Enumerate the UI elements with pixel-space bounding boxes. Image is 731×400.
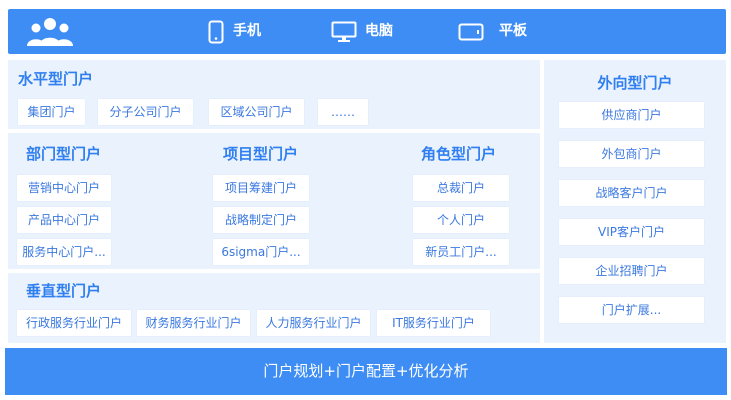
phone-icon <box>208 20 224 44</box>
horizontal-portal-panel: 水平型门户 集团门户 分子公司门户 区域公司门户 …… <box>8 60 540 129</box>
project-portal-title: 项目型门户 <box>223 145 299 163</box>
horizontal-portal-item[interactable]: 集团门户 <box>18 99 85 125</box>
bottom-bar-label: 门户规划+门户配置+优化分析 <box>263 362 469 380</box>
horizontal-portal-title: 水平型门户 <box>18 70 94 88</box>
horizontal-portal-item[interactable]: …… <box>318 99 368 125</box>
department-portal-item[interactable]: 产品中心门户 <box>17 207 111 233</box>
monitor-icon <box>331 21 357 42</box>
external-portal-title: 外向型门户 <box>597 74 673 92</box>
horizontal-portal-item[interactable]: 区域公司门户 <box>209 99 304 125</box>
vertical-portal-item[interactable]: 财务服务行业门户 <box>137 310 250 336</box>
external-portal-item[interactable]: 外包商门户 <box>559 141 704 167</box>
device-label-tablet: 平板 <box>499 23 527 39</box>
external-portal-item[interactable]: VIP客户门户 <box>559 219 704 245</box>
role-portal-item[interactable]: 个人门户 <box>413 207 509 233</box>
role-portal-title: 角色型门户 <box>421 145 497 163</box>
project-portal-item[interactable]: 项目筹建门户 <box>213 175 309 201</box>
external-portal-panel: 外向型门户 供应商门户 外包商门户 战略客户门户 VIP客户门户 企业招聘门户 … <box>544 60 726 343</box>
department-portal-item[interactable]: 服务中心门户... <box>17 239 111 265</box>
tablet-icon <box>458 23 484 41</box>
vertical-portal-item[interactable]: 人力服务行业门户 <box>257 310 370 336</box>
device-label-phone: 手机 <box>233 23 261 39</box>
device-label-pc: 电脑 <box>365 23 393 39</box>
project-portal-item[interactable]: 战略制定门户 <box>213 207 309 233</box>
role-portal-item[interactable]: 总裁门户 <box>413 175 509 201</box>
vertical-portal-panel: 垂直型门户 行政服务行业门户 财务服务行业门户 人力服务行业门户 IT服务行业门… <box>8 273 540 343</box>
project-portal-item[interactable]: 6sigma门户... <box>213 239 309 265</box>
role-portal-item[interactable]: 新员工门户... <box>413 239 509 265</box>
middle-portal-panel: 部门型门户 营销中心门户 产品中心门户 服务中心门户... 项目型门户 项目筹建… <box>8 133 540 269</box>
vertical-portal-item[interactable]: 行政服务行业门户 <box>17 310 131 336</box>
external-portal-item[interactable]: 门户扩展... <box>559 297 704 323</box>
external-portal-item[interactable]: 供应商门户 <box>559 102 704 128</box>
department-portal-item[interactable]: 营销中心门户 <box>17 175 111 201</box>
vertical-portal-title: 垂直型门户 <box>26 282 102 300</box>
external-portal-item[interactable]: 战略客户门户 <box>559 180 704 206</box>
external-portal-item[interactable]: 企业招聘门户 <box>559 258 704 284</box>
department-portal-title: 部门型门户 <box>26 145 102 163</box>
users-group-icon <box>27 18 73 46</box>
horizontal-portal-item[interactable]: 分子公司门户 <box>98 99 193 125</box>
bottom-bar: 门户规划+门户配置+优化分析 <box>5 348 727 395</box>
top-bar: 手机 电脑 平板 <box>8 9 726 54</box>
vertical-portal-item[interactable]: IT服务行业门户 <box>377 310 490 336</box>
